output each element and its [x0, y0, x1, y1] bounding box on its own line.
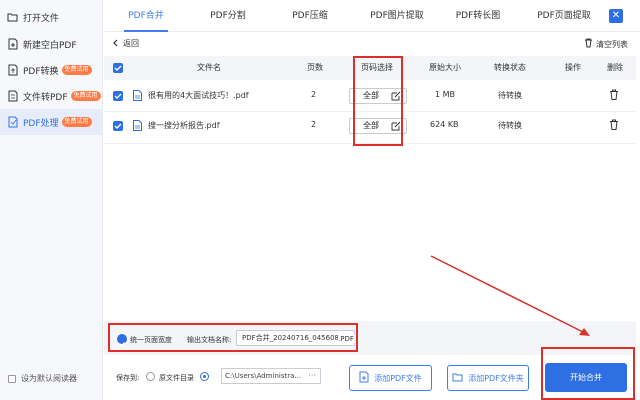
annotation-arrow	[430, 255, 590, 336]
app-window: 打开文件 新建空白PDF PDF转换 免费试用 文件转PDF 免费试用 PDF处…	[0, 0, 640, 400]
